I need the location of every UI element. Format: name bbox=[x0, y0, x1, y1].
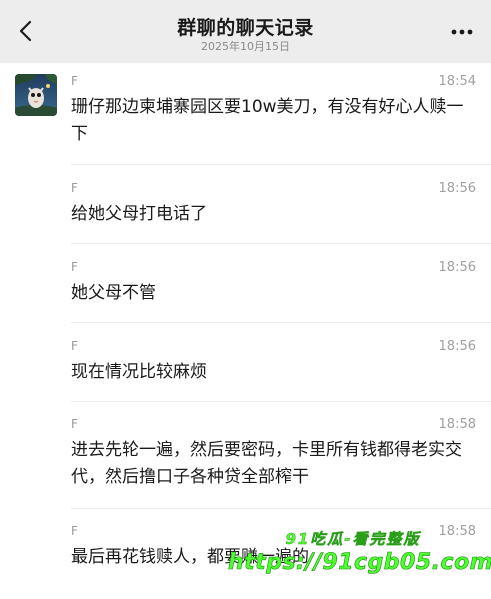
divider bbox=[71, 322, 491, 323]
message-text: 她父母不管 bbox=[71, 283, 156, 303]
message-time: 18:58 bbox=[438, 417, 476, 432]
sender-name: F bbox=[71, 339, 78, 353]
message-text: 最后再花钱赎人，都要赚一遍的 bbox=[71, 547, 309, 567]
divider bbox=[71, 164, 491, 165]
sender-name: F bbox=[71, 260, 78, 274]
message-time: 18:58 bbox=[438, 524, 476, 539]
message-item[interactable]: F 18:56 她父母不管 bbox=[71, 260, 476, 310]
message-time: 18:54 bbox=[438, 74, 476, 89]
message-time: 18:56 bbox=[438, 260, 476, 275]
message-item[interactable]: F 18:54 珊仔那边柬埔寨园区要10w美刀，有没有好心人赎一下 bbox=[71, 74, 476, 144]
message-text: 现在情况比较麻烦 bbox=[71, 362, 207, 382]
sender-name: F bbox=[71, 181, 78, 195]
sender-name: F bbox=[71, 74, 78, 88]
sender-name: F bbox=[71, 524, 78, 538]
page-date: 2025年10月15日 bbox=[201, 40, 290, 53]
more-button[interactable] bbox=[447, 22, 477, 42]
message-item[interactable]: F 18:56 给她父母打电话了 bbox=[71, 181, 476, 231]
message-time: 18:56 bbox=[438, 339, 476, 354]
top-bar: 群聊的聊天记录 2025年10月15日 bbox=[0, 0, 491, 63]
more-dots-icon bbox=[451, 29, 473, 35]
sender-name: F bbox=[71, 417, 78, 431]
message-item[interactable]: F 18:56 现在情况比较麻烦 bbox=[71, 339, 476, 389]
divider bbox=[71, 243, 491, 244]
message-text: 珊仔那边柬埔寨园区要10w美刀，有没有好心人赎一下 bbox=[71, 97, 464, 144]
message-text: 给她父母打电话了 bbox=[71, 204, 207, 224]
avatar[interactable] bbox=[15, 74, 57, 116]
divider bbox=[71, 401, 491, 402]
page-title: 群聊的聊天记录 bbox=[177, 17, 314, 39]
message-time: 18:56 bbox=[438, 181, 476, 196]
message-item[interactable]: F 18:58 进去先轮一遍，然后要密码，卡里所有钱都得老实交代，然后撸口子各种… bbox=[71, 417, 476, 497]
message-item[interactable]: F 18:58 最后再花钱赎人，都要赚一遍的 bbox=[71, 524, 476, 584]
divider bbox=[71, 508, 491, 509]
message-text: 进去先轮一遍，然后要密码，卡里所有钱都得老实交代，然后撸口子各种贷全部榨干 bbox=[71, 440, 462, 487]
